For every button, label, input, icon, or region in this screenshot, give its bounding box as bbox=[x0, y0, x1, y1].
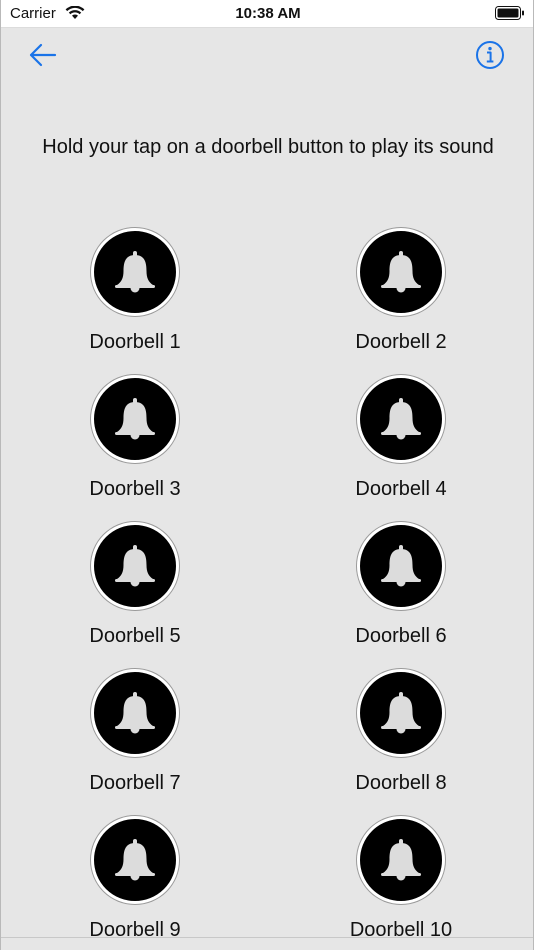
doorbell-label: Doorbell 2 bbox=[355, 331, 447, 353]
doorbell-button-2[interactable]: Doorbell 2 bbox=[301, 228, 501, 354]
doorbell-button-7[interactable]: Doorbell 7 bbox=[35, 669, 235, 795]
doorbell-label: Doorbell 4 bbox=[355, 478, 447, 500]
doorbell-button-3[interactable]: Doorbell 3 bbox=[35, 375, 235, 501]
bell-button-circle[interactable] bbox=[357, 522, 445, 610]
bell-icon bbox=[381, 398, 421, 440]
bell-button-circle[interactable] bbox=[91, 522, 179, 610]
bell-icon bbox=[115, 398, 155, 440]
doorbell-label: Doorbell 6 bbox=[355, 625, 447, 647]
bell-button-circle[interactable] bbox=[91, 375, 179, 463]
doorbell-label: Doorbell 3 bbox=[89, 478, 181, 500]
bell-icon bbox=[115, 692, 155, 734]
clock: 10:38 AM bbox=[235, 5, 301, 22]
doorbell-label: Doorbell 7 bbox=[89, 772, 181, 794]
doorbell-label: Doorbell 8 bbox=[355, 772, 447, 794]
app-screen: Carrier 10:38 AM Hold your tap on a door… bbox=[0, 0, 534, 950]
bell-button-circle[interactable] bbox=[357, 669, 445, 757]
bell-button-circle[interactable] bbox=[357, 228, 445, 316]
bell-icon bbox=[115, 545, 155, 587]
arrow-left-icon bbox=[29, 43, 57, 67]
doorbell-button-4[interactable]: Doorbell 4 bbox=[301, 375, 501, 501]
bell-icon bbox=[381, 839, 421, 881]
doorbell-button-1[interactable]: Doorbell 1 bbox=[35, 228, 235, 354]
doorbell-button-6[interactable]: Doorbell 6 bbox=[301, 522, 501, 648]
bell-button-circle[interactable] bbox=[91, 816, 179, 904]
bell-icon bbox=[115, 839, 155, 881]
info-circle-icon bbox=[476, 41, 504, 69]
bell-icon bbox=[115, 251, 155, 293]
bottom-edge bbox=[1, 937, 533, 950]
doorbell-button-9[interactable]: Doorbell 9 bbox=[35, 816, 235, 942]
doorbell-button-10[interactable]: Doorbell 10 bbox=[301, 816, 501, 942]
instruction-text: Hold your tap on a doorbell button to pl… bbox=[42, 136, 494, 158]
info-button[interactable] bbox=[475, 40, 505, 70]
bell-icon bbox=[381, 251, 421, 293]
doorbell-button-8[interactable]: Doorbell 8 bbox=[301, 669, 501, 795]
bell-button-circle[interactable] bbox=[91, 669, 179, 757]
status-bar: Carrier 10:38 AM bbox=[1, 0, 533, 28]
battery-icon bbox=[495, 6, 525, 25]
bell-icon bbox=[381, 545, 421, 587]
back-button[interactable] bbox=[27, 41, 59, 69]
bell-button-circle[interactable] bbox=[357, 375, 445, 463]
doorbell-label: Doorbell 1 bbox=[89, 331, 181, 353]
doorbell-button-5[interactable]: Doorbell 5 bbox=[35, 522, 235, 648]
bell-button-circle[interactable] bbox=[91, 228, 179, 316]
bell-button-circle[interactable] bbox=[357, 816, 445, 904]
doorbell-label: Doorbell 5 bbox=[89, 625, 181, 647]
bell-icon bbox=[381, 692, 421, 734]
